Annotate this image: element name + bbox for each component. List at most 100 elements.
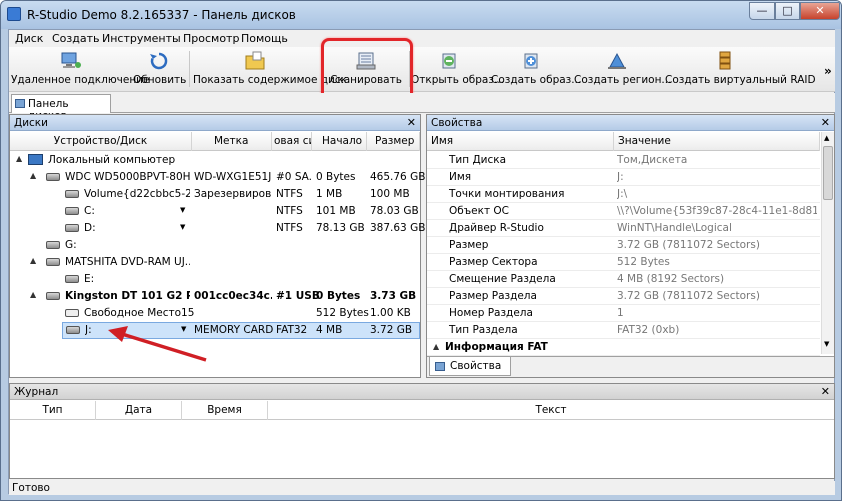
col-fs[interactable]: овая си (272, 132, 312, 151)
prop-row[interactable]: Тип Диска Том,Дискета (427, 152, 820, 169)
app-icon (7, 7, 21, 21)
tab-properties[interactable]: Свойства (429, 357, 511, 376)
free-space-icon (65, 309, 79, 317)
create-region-button[interactable]: Создать регион... (574, 49, 671, 89)
menu-create[interactable]: Создать (52, 32, 100, 45)
status-text: Готово (12, 482, 50, 494)
network-drive-icon (46, 241, 60, 249)
properties-pane-header: Свойства ✕ (427, 115, 834, 131)
show-disk-contents-button[interactable]: Показать содержимое диск (193, 49, 347, 89)
prop-row[interactable]: Размер Раздела 3.72 GB (7811072 Sectors) (427, 288, 820, 305)
remote-connect-button[interactable]: Удаленное подключение (11, 49, 149, 89)
properties-scrollbar[interactable]: ▲ ▼ (821, 132, 834, 354)
prop-row[interactable]: Имя J: (427, 169, 820, 186)
hard-disk-icon (46, 173, 60, 181)
disks-pane-header: Диски ✕ (10, 115, 420, 131)
prop-row[interactable]: Смещение Раздела 4 MB (8192 Sectors) (427, 271, 820, 288)
window-title: R-Studio Demo 8.2.165337 - Панель дисков (27, 8, 296, 22)
computer-icon (28, 154, 43, 165)
app-body: Диск Создать Инструменты Просмотр Помощь… (8, 29, 835, 495)
usb-drive-icon (46, 292, 60, 300)
properties-column-header: Имя Значение (427, 132, 820, 151)
prop-group-fat-info[interactable]: ▲ Информация FAT (427, 339, 820, 356)
collapse-arrow-icon: ▲ (30, 171, 37, 180)
menu-disk[interactable]: Диск (15, 32, 43, 45)
properties-tabstrip: Свойства (427, 356, 834, 377)
refresh-icon (150, 52, 168, 70)
open-image-icon (442, 53, 456, 69)
col-date[interactable]: Дата (96, 401, 182, 420)
tree-row-g[interactable]: G: (10, 237, 420, 254)
col-text[interactable]: Текст (268, 401, 834, 420)
log-column-header: Тип Дата Время Текст (10, 401, 834, 420)
prop-row[interactable]: Номер Раздела 1 (427, 305, 820, 322)
col-name[interactable]: Имя (427, 132, 614, 151)
collapse-arrow-icon: ▲ (16, 154, 23, 163)
optical-disc-icon (65, 275, 79, 283)
folder-icon (245, 51, 265, 70)
tree-row-e[interactable]: E: (10, 271, 420, 288)
maximize-button[interactable]: □ (775, 2, 800, 20)
create-virtual-raid-button[interactable]: Создать виртуальный RAID (665, 49, 816, 89)
col-label[interactable]: Метка (192, 132, 272, 151)
create-image-icon (524, 53, 538, 69)
refresh-button[interactable]: Обновить (133, 49, 186, 89)
tree-row-c[interactable]: C: ▼ NTFS 101 MB 78.03 GB (10, 203, 420, 220)
partition-icon (65, 224, 79, 232)
dropdown-arrow-icon[interactable]: ▼ (180, 206, 185, 214)
properties-tab-icon (435, 362, 445, 371)
tree-row-local-computer[interactable]: ▲ Локальный компьютер (10, 152, 420, 169)
disk-panel-icon (15, 99, 25, 108)
scroll-down-icon[interactable]: ▼ (824, 340, 829, 348)
menu-view[interactable]: Просмотр (183, 32, 239, 45)
properties-pane-close-button[interactable]: ✕ (821, 116, 830, 129)
col-size[interactable]: Размер (367, 132, 420, 151)
tree-row-dvd[interactable]: ▲ MATSHITA DVD-RAM UJ... (10, 254, 420, 271)
menu-tools[interactable]: Инструменты (102, 32, 181, 45)
prop-row[interactable]: Размер Сектора 512 Bytes (427, 254, 820, 271)
collapse-arrow-icon: ▲ (433, 342, 440, 351)
toolbar-overflow-button[interactable]: » (824, 64, 832, 78)
open-image-button[interactable]: Открыть образ... (411, 49, 504, 89)
dropdown-arrow-icon[interactable]: ▼ (180, 223, 185, 231)
tree-row-wdc-disk[interactable]: ▲ WDC WD5000BPVT-80H... WD-WXG1E51J... #… (10, 169, 425, 186)
tree-row-volume[interactable]: Volume{d22cbbc5-2... Зарезервиров... NTF… (10, 186, 420, 203)
col-time[interactable]: Время (182, 401, 268, 420)
toolbar: Удаленное подключение Обновить Показать … (9, 47, 835, 92)
col-value[interactable]: Значение (614, 132, 820, 151)
prop-row[interactable]: Тип Раздела FAT32 (0xb) (427, 322, 820, 339)
menu-help[interactable]: Помощь (241, 32, 288, 45)
prop-row[interactable]: Объект ОС \\?\Volume{53f39c87-28c4-11e1-8… (427, 203, 820, 220)
menu-bar: Диск Создать Инструменты Просмотр Помощь (9, 30, 835, 47)
tree-row-kingston[interactable]: ▲ Kingston DT 101 G2 P... 001cc0ec34c...… (10, 288, 420, 305)
collapse-arrow-icon: ▲ (30, 290, 37, 299)
scroll-up-icon[interactable]: ▲ (824, 134, 829, 142)
tree-row-d[interactable]: D: ▼ NTFS 78.13 GB 387.63 GB (10, 220, 425, 237)
raid-icon (719, 51, 731, 70)
region-icon (608, 52, 626, 69)
remote-computer-icon (61, 52, 81, 68)
col-type[interactable]: Тип (10, 401, 96, 420)
partition-icon (66, 326, 80, 334)
prop-row[interactable]: Размер 3.72 GB (7811072 Sectors) (427, 237, 820, 254)
log-pane: Журнал ✕ Тип Дата Время Текст (9, 383, 835, 479)
prop-row[interactable]: Драйвер R-Studio WinNT\Handle\Logical (427, 220, 820, 237)
col-device[interactable]: Устройство/Диск (10, 132, 192, 151)
tab-disk-panel[interactable]: Панель дисков (11, 94, 111, 122)
create-image-button[interactable]: Создать образ... (491, 49, 581, 89)
scrollbar-thumb[interactable] (823, 146, 833, 200)
close-button[interactable]: ✕ (800, 2, 840, 20)
col-start[interactable]: Начало (312, 132, 367, 151)
partition-icon (65, 190, 79, 198)
disks-pane-close-button[interactable]: ✕ (407, 116, 416, 129)
title-bar: R-Studio Demo 8.2.165337 - Панель дисков… (1, 1, 841, 29)
prop-row[interactable]: Точки монтирования J:\ (427, 186, 820, 203)
minimize-button[interactable]: — (749, 2, 775, 20)
disks-column-header: Устройство/Диск Метка овая си Начало Раз… (10, 132, 420, 151)
tab-strip: Панель дисков (9, 93, 835, 122)
properties-pane: Свойства ✕ Имя Значение Тип Диска Том,Дис… (426, 114, 835, 378)
status-bar: Готово (9, 481, 835, 495)
dvd-drive-icon (46, 258, 60, 266)
tree-row-free-space[interactable]: Свободное Место15 512 Bytes 1.00 KB (10, 305, 420, 322)
log-pane-close-button[interactable]: ✕ (821, 385, 830, 398)
